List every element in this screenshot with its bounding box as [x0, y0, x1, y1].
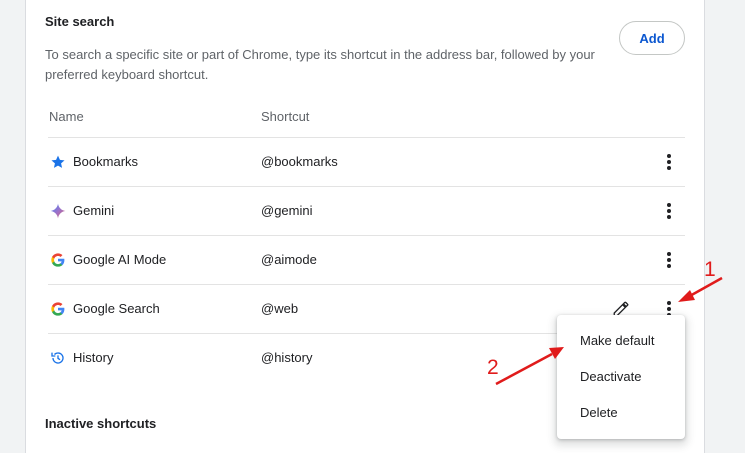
annotation-number-2: 2	[487, 356, 499, 379]
annotation-arrows	[495, 276, 723, 386]
annotation-number-1: 1	[704, 258, 716, 281]
